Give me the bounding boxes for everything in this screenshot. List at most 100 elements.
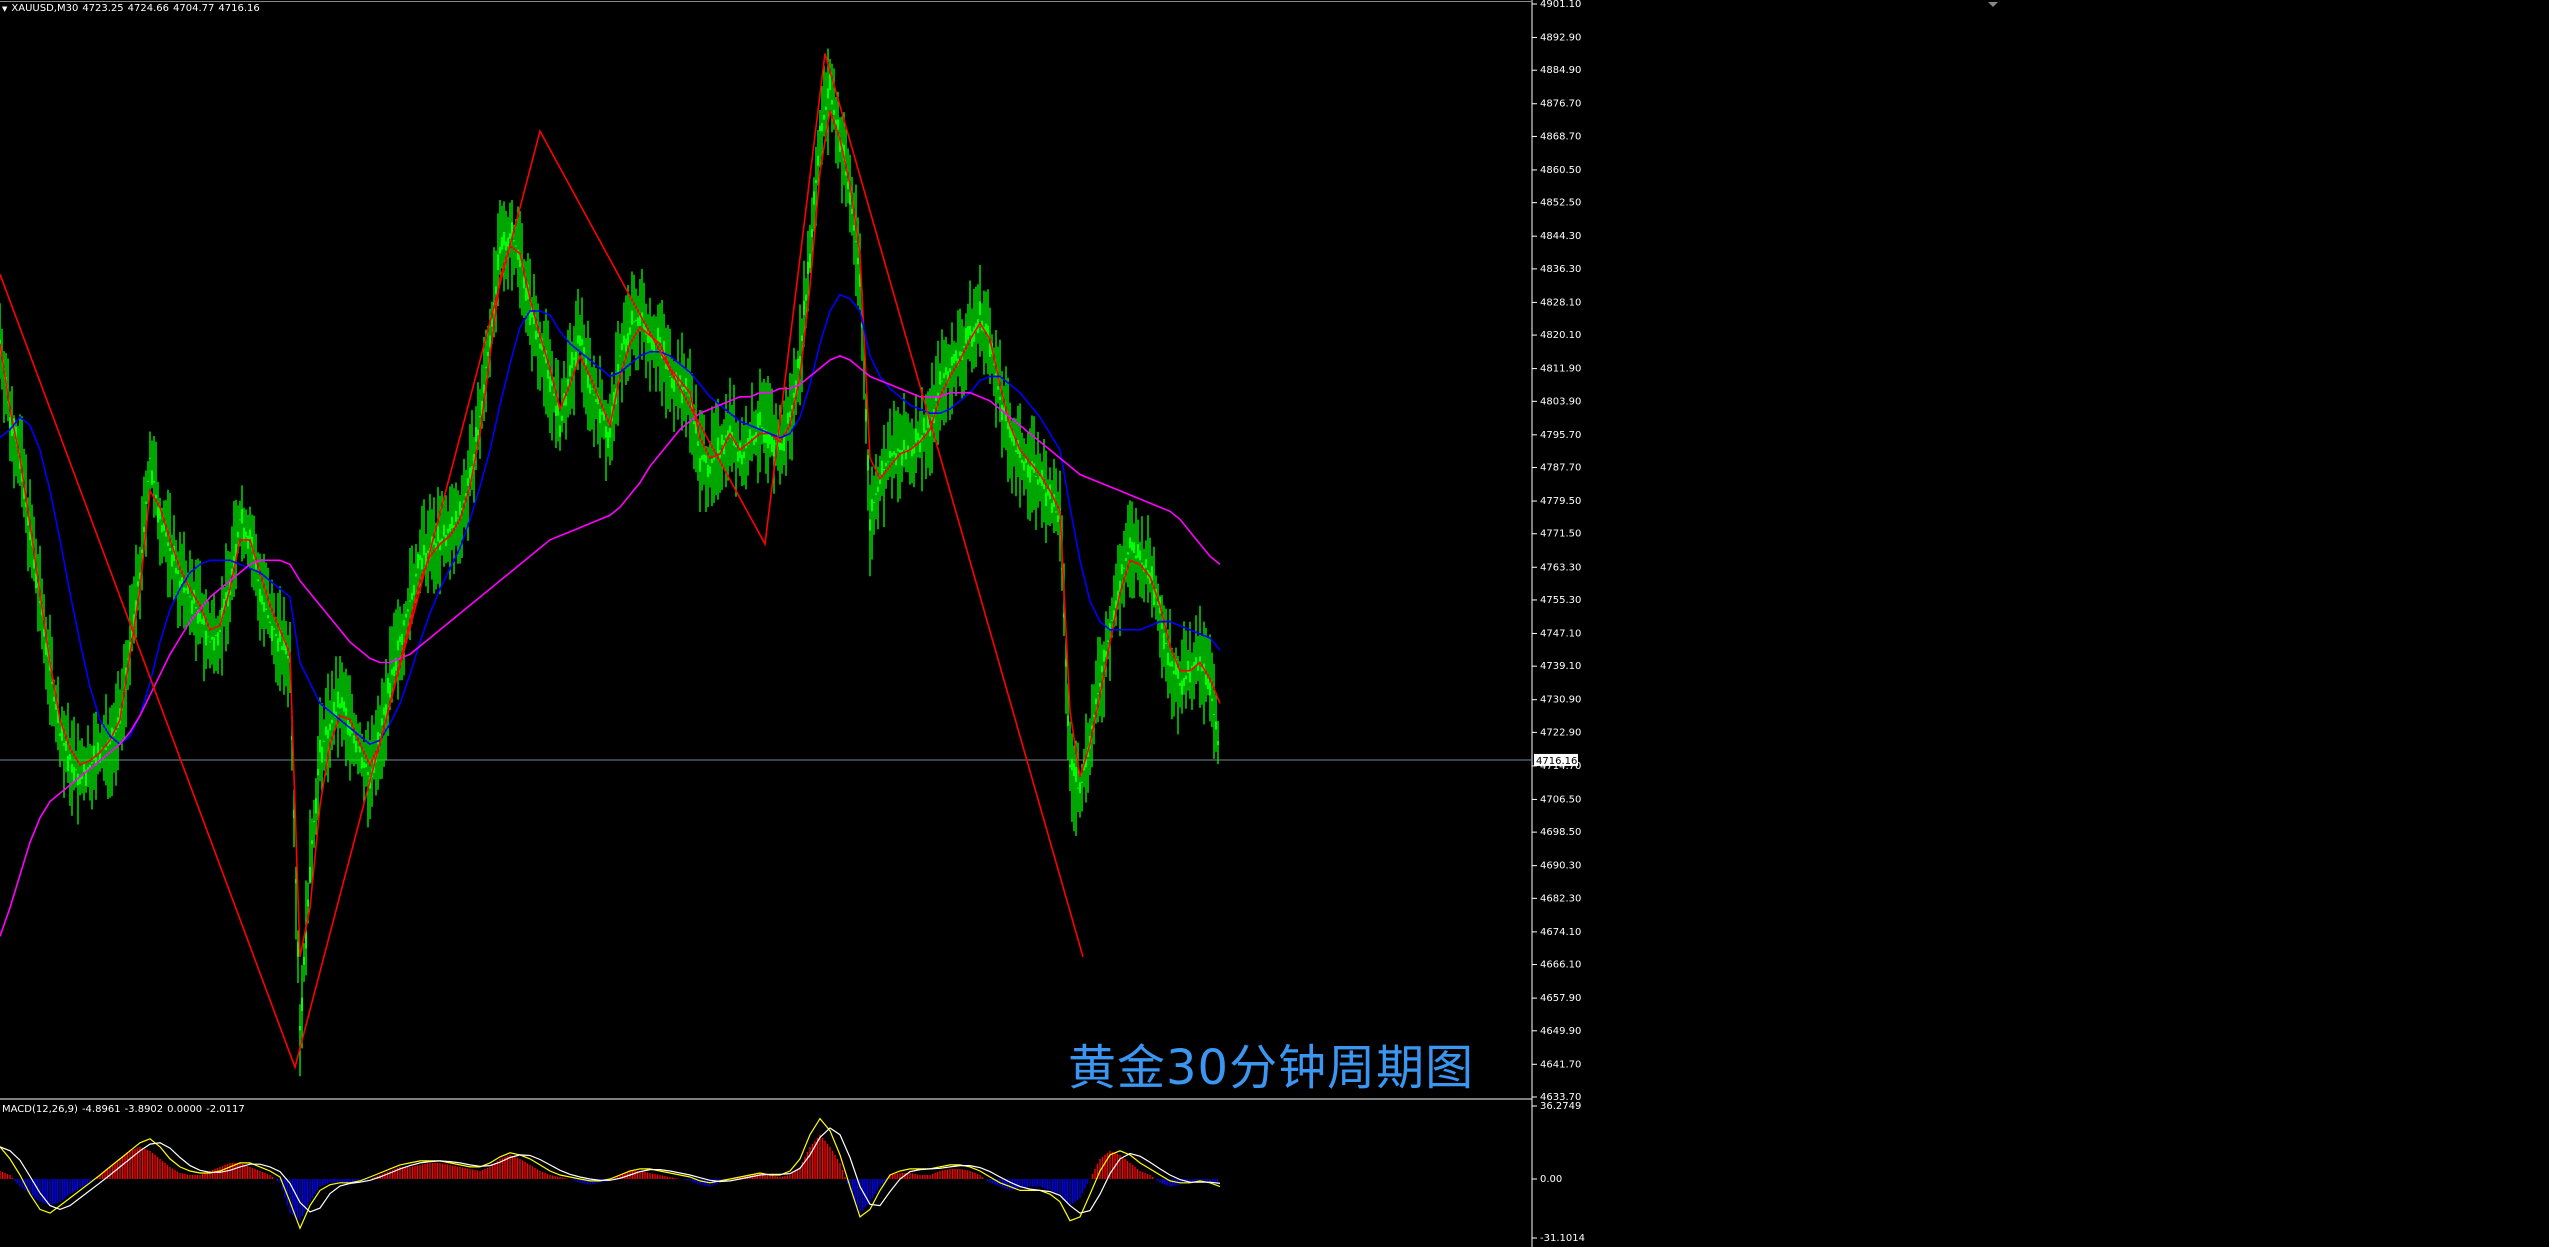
- candle-body: [537, 333, 539, 338]
- candle-body: [751, 436, 753, 439]
- candle-body: [617, 364, 619, 373]
- candle-body: [1051, 503, 1053, 513]
- candle-body: [149, 457, 151, 459]
- candle-body: [787, 412, 789, 424]
- candle-body: [823, 114, 825, 120]
- candle-body: [89, 764, 91, 768]
- candle-body: [827, 88, 829, 99]
- price-tick-label: 4771.50: [1540, 529, 1581, 540]
- candle-body: [1161, 623, 1163, 630]
- candle-body: [963, 345, 965, 348]
- candle-body: [941, 380, 943, 382]
- candle-body: [207, 636, 209, 638]
- candle-body: [1129, 537, 1131, 549]
- candle-body: [817, 155, 819, 166]
- candle-body: [741, 454, 743, 465]
- candle-body: [939, 371, 941, 385]
- candle-body: [345, 707, 347, 716]
- candle-body: [601, 411, 603, 415]
- candle-body: [853, 225, 855, 231]
- candle-body: [825, 106, 827, 110]
- candle-body: [249, 529, 251, 540]
- candle-body: [171, 554, 173, 567]
- candle-body: [1073, 763, 1075, 777]
- candle-body: [865, 408, 867, 422]
- candle-body: [175, 567, 177, 574]
- candle-body: [759, 411, 761, 426]
- candle-body: [709, 466, 711, 474]
- candle-body: [337, 691, 339, 708]
- candle-body: [917, 432, 919, 441]
- candle-body: [443, 524, 445, 537]
- candle-body: [313, 821, 315, 823]
- candle-body: [257, 579, 259, 582]
- candle-body: [951, 356, 953, 366]
- candle-body: [1103, 649, 1105, 662]
- candle-body: [1183, 678, 1185, 687]
- chart-caption: 黄金30分钟周期图: [1068, 1040, 1475, 1096]
- candle-body: [803, 300, 805, 316]
- candle-body: [365, 763, 367, 768]
- candle-body: [497, 254, 499, 271]
- candle-body: [245, 531, 247, 538]
- candle-body: [673, 379, 675, 392]
- candle-body: [217, 632, 219, 646]
- candle-body: [1189, 670, 1191, 683]
- candle-body: [561, 415, 563, 421]
- price-tick-label: 4876.70: [1540, 99, 1581, 110]
- candle-body: [1171, 661, 1173, 667]
- candle-body: [621, 343, 623, 351]
- ohlc-open: 4723.25: [82, 3, 124, 14]
- candle-body: [711, 459, 713, 464]
- candle-body: [1145, 559, 1147, 568]
- price-tick-label: 4747.10: [1540, 628, 1581, 639]
- candle-body: [357, 746, 359, 748]
- candle-body: [63, 743, 65, 746]
- candle-body: [1093, 714, 1095, 717]
- candle-body: [147, 481, 149, 483]
- price-tick-label: 4795.70: [1540, 430, 1581, 441]
- candle-body: [847, 181, 849, 190]
- candle-body: [1069, 764, 1071, 768]
- candle-body: [169, 548, 171, 551]
- price-tick-label: 4884.90: [1540, 65, 1581, 76]
- candle-body: [851, 208, 853, 214]
- candle-body: [349, 723, 351, 737]
- candle-body: [831, 100, 833, 105]
- candle-body: [91, 762, 93, 764]
- price-tick-label: 4706.50: [1540, 794, 1581, 805]
- candle-body: [321, 746, 323, 763]
- candle-body: [1121, 564, 1123, 575]
- dropdown-triangle-icon[interactable]: ▼: [2, 5, 7, 13]
- candle-body: [553, 393, 555, 396]
- candle-body: [437, 526, 439, 542]
- candle-body: [1037, 479, 1039, 485]
- candle-body: [593, 394, 595, 396]
- candle-body: [767, 431, 769, 449]
- candle-body: [687, 394, 689, 396]
- price-tick-label: 4641.70: [1540, 1059, 1581, 1070]
- candle-body: [749, 429, 751, 442]
- macd-value-4: -2.0117: [206, 1104, 245, 1115]
- candle-body: [779, 442, 781, 450]
- candle-body: [903, 439, 905, 450]
- candle-body: [287, 656, 289, 659]
- price-tick-label: 4649.90: [1540, 1026, 1581, 1037]
- candle-body: [897, 448, 899, 452]
- candle-body: [195, 606, 197, 609]
- candle-body: [1131, 541, 1133, 551]
- candle-body: [1179, 682, 1181, 687]
- candle-body: [1029, 466, 1031, 483]
- candle-body: [697, 441, 699, 446]
- candle-body: [915, 428, 917, 443]
- candle-body: [535, 330, 537, 340]
- candle-body: [53, 696, 55, 702]
- price-tick-label: 4722.90: [1540, 727, 1581, 738]
- candle-body: [887, 461, 889, 463]
- candle-body: [319, 739, 321, 753]
- candle-body: [267, 615, 269, 619]
- candle-body: [999, 396, 1001, 400]
- candle-body: [341, 697, 343, 708]
- macd-tick-label: -31.1014: [1540, 1233, 1585, 1244]
- candle-body: [447, 528, 449, 534]
